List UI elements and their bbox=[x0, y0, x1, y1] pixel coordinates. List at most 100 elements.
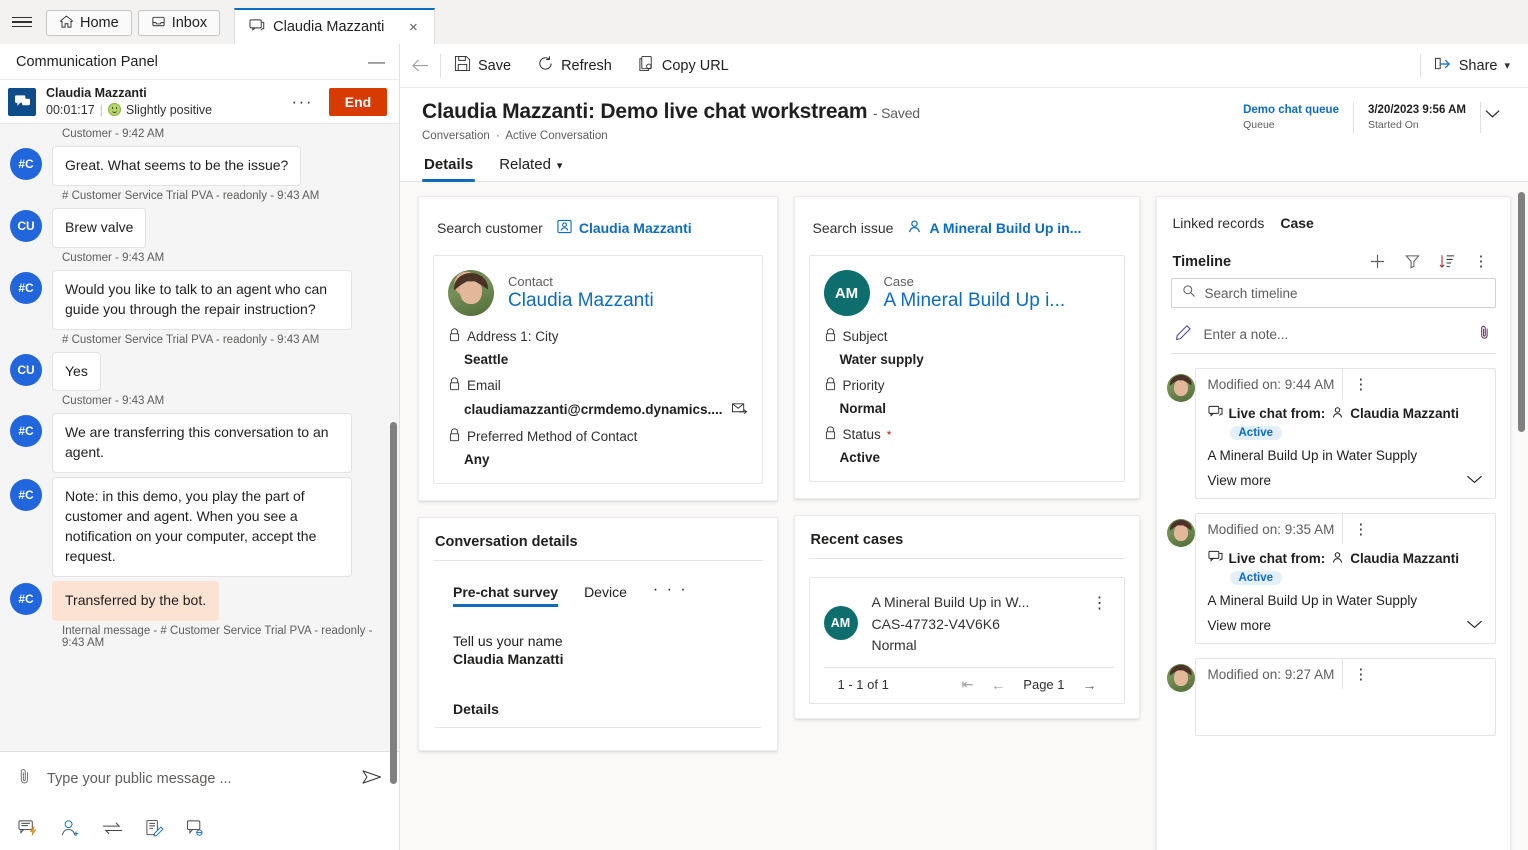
queue-value[interactable]: Demo chat queue bbox=[1243, 102, 1339, 118]
page-label: Page 1 bbox=[1023, 677, 1065, 693]
pencil-icon bbox=[1175, 324, 1192, 346]
tab-related[interactable]: Related ▾ bbox=[497, 152, 564, 181]
next-page-icon[interactable]: → bbox=[1074, 677, 1106, 693]
sort-icon[interactable] bbox=[1430, 253, 1465, 270]
email-icon[interactable] bbox=[731, 401, 748, 418]
more-icon[interactable]: ⋮ bbox=[1343, 522, 1378, 537]
more-icon[interactable]: ⋮ bbox=[1465, 254, 1498, 269]
recent-cases-list: AM A Mineral Build Up in W... CAS-47732-V4… bbox=[808, 577, 1125, 705]
timeline-search[interactable] bbox=[1170, 278, 1496, 308]
search-issue-value[interactable]: A Mineral Build Up in... bbox=[907, 219, 1081, 237]
timeline-item[interactable]: Modified on: 9:44 AM ⋮ Live chat from: Clau… bbox=[1166, 368, 1496, 499]
chat-transcript[interactable]: Customer - 9:42 AM #C Great. What seems to… bbox=[0, 124, 399, 751]
case-entity-card: AM Case A Mineral Build Up i... Subject W… bbox=[808, 255, 1125, 482]
timeline-person: Claudia Mazzanti bbox=[1350, 406, 1460, 421]
transcript-scrollbar[interactable] bbox=[390, 422, 397, 784]
more-icon[interactable]: ⋮ bbox=[1343, 667, 1378, 682]
tab-claudia-mazzanti[interactable]: Claudia Mazzanti × bbox=[234, 8, 436, 44]
form-scrollbar[interactable] bbox=[1518, 192, 1525, 432]
subtab-pre-chat-survey[interactable]: Pre-chat survey bbox=[453, 584, 559, 607]
message-timestamp: # Customer Service Trial PVA - readonly … bbox=[62, 333, 320, 346]
save-label: Save bbox=[478, 57, 512, 74]
case-summary-card: Search issue A Mineral Build Up in... AM… bbox=[793, 196, 1140, 499]
conversation-customer-name: Claudia Mazzanti bbox=[46, 86, 147, 101]
first-page-icon[interactable]: ⇤ bbox=[953, 676, 983, 693]
header-expand-chevron-icon[interactable] bbox=[1481, 102, 1506, 124]
minimize-icon[interactable]: — bbox=[368, 53, 385, 70]
add-agent-icon[interactable] bbox=[60, 819, 80, 838]
refresh-button[interactable]: Refresh bbox=[524, 44, 625, 88]
person-icon bbox=[1331, 551, 1344, 567]
tab-details[interactable]: Details bbox=[422, 152, 476, 182]
subtab-device[interactable]: Device bbox=[584, 584, 627, 607]
linked-records-value[interactable]: Case bbox=[1280, 215, 1313, 231]
chat-session-icon bbox=[249, 18, 265, 37]
share-button[interactable]: Share ▾ bbox=[1421, 44, 1528, 88]
avatar: #C bbox=[10, 479, 42, 512]
list-item[interactable]: AM A Mineral Build Up in W... CAS-47732-V4… bbox=[823, 592, 1114, 657]
timeline-modified-label: Modified on: 9:27 AM bbox=[1196, 659, 1344, 689]
transfer-icon[interactable] bbox=[102, 821, 123, 835]
tab-label: Related bbox=[499, 156, 551, 173]
sentiment-smiley-icon bbox=[107, 103, 121, 117]
avatar: #C bbox=[10, 582, 42, 615]
recent-cases-title: Recent cases bbox=[810, 532, 904, 548]
back-arrow-icon[interactable] bbox=[400, 44, 440, 88]
person-icon bbox=[907, 219, 922, 237]
chevron-down-icon[interactable]: ▾ bbox=[1504, 59, 1510, 72]
contact-name-link[interactable]: Claudia Mazzanti bbox=[508, 289, 654, 313]
nav-home-button[interactable]: Home bbox=[46, 10, 132, 36]
person-icon bbox=[1331, 406, 1344, 422]
timeline-note-row[interactable]: Enter a note... bbox=[1170, 316, 1496, 354]
case-name-link[interactable]: A Mineral Build Up i... bbox=[884, 289, 1066, 313]
more-icon[interactable]: ⋮ bbox=[1343, 377, 1378, 392]
chevron-down-icon[interactable]: ▾ bbox=[557, 160, 563, 172]
field-label-text: Preferred Method of Contact bbox=[467, 429, 638, 444]
search-timeline-input[interactable] bbox=[1204, 285, 1485, 301]
timeline-item[interactable]: Modified on: 9:35 AM ⋮ Live chat from: Clau… bbox=[1166, 513, 1496, 644]
record-header: Claudia Mazzanti: Demo live chat workstr… bbox=[400, 88, 1528, 182]
message-bubble: We are transferring this conversation to… bbox=[52, 413, 352, 474]
close-icon[interactable]: × bbox=[402, 16, 424, 38]
linked-conversation-icon[interactable] bbox=[186, 819, 207, 838]
end-conversation-button[interactable]: End bbox=[329, 87, 387, 116]
avatar: #C bbox=[10, 148, 42, 180]
timeline-activity-title: Live chat from: Claudia Mazzanti bbox=[1208, 405, 1483, 422]
contact-entity-type: Contact bbox=[508, 273, 553, 289]
save-button[interactable]: Save bbox=[441, 44, 524, 88]
nav-home-label: Home bbox=[80, 15, 119, 31]
prev-page-icon[interactable]: ← bbox=[982, 677, 1014, 693]
view-more-button[interactable]: View more bbox=[1208, 618, 1483, 633]
more-icon[interactable]: ⋮ bbox=[1086, 592, 1114, 616]
hamburger-icon[interactable] bbox=[0, 0, 44, 44]
nav-inbox-button[interactable]: Inbox bbox=[137, 10, 221, 36]
quick-reply-icon[interactable] bbox=[18, 819, 38, 837]
chevron-down-icon[interactable] bbox=[1466, 473, 1483, 488]
search-customer-value[interactable]: Claudia Mazzanti bbox=[557, 219, 692, 237]
timeline-item[interactable]: Modified on: 9:27 AM ⋮ bbox=[1166, 658, 1496, 736]
filter-icon[interactable] bbox=[1395, 253, 1430, 270]
paperclip-icon[interactable] bbox=[1477, 324, 1492, 346]
view-more-button[interactable]: View more bbox=[1208, 473, 1483, 488]
conversation-more-button[interactable]: ··· bbox=[286, 92, 319, 112]
field-value: Active bbox=[840, 450, 1110, 465]
field-value-text: Seattle bbox=[464, 352, 509, 367]
search-icon bbox=[1182, 284, 1196, 303]
breadcrumb-view[interactable]: Active Conversation bbox=[505, 130, 607, 142]
chevron-down-icon[interactable] bbox=[1466, 618, 1483, 633]
tab-strip: Home Inbox Claudia Mazzanti × bbox=[0, 0, 1528, 44]
field-group: Email claudiamazzanti@crmdemo.dynamics...… bbox=[448, 377, 748, 418]
field-value: Seattle bbox=[464, 352, 748, 367]
field-value: claudiamazzanti@crmdemo.dynamics.... bbox=[464, 401, 748, 418]
notes-icon[interactable] bbox=[145, 819, 164, 838]
subtab-overflow-button[interactable]: · · · bbox=[653, 581, 688, 609]
message-input[interactable] bbox=[47, 771, 347, 787]
column-customer: Search customer Claudia Mazzanti Contact… bbox=[418, 196, 778, 850]
send-icon[interactable] bbox=[361, 768, 383, 791]
copy-url-button[interactable]: Copy URL bbox=[625, 44, 742, 88]
add-icon[interactable] bbox=[1360, 253, 1395, 270]
conversation-meta: Claudia Mazzanti 00:01:17 | Slightly pos… bbox=[46, 85, 276, 118]
field-label-text: Status bbox=[842, 427, 881, 442]
paperclip-icon[interactable] bbox=[16, 767, 33, 791]
timeline-modified-label: Modified on: 9:35 AM bbox=[1196, 514, 1344, 544]
